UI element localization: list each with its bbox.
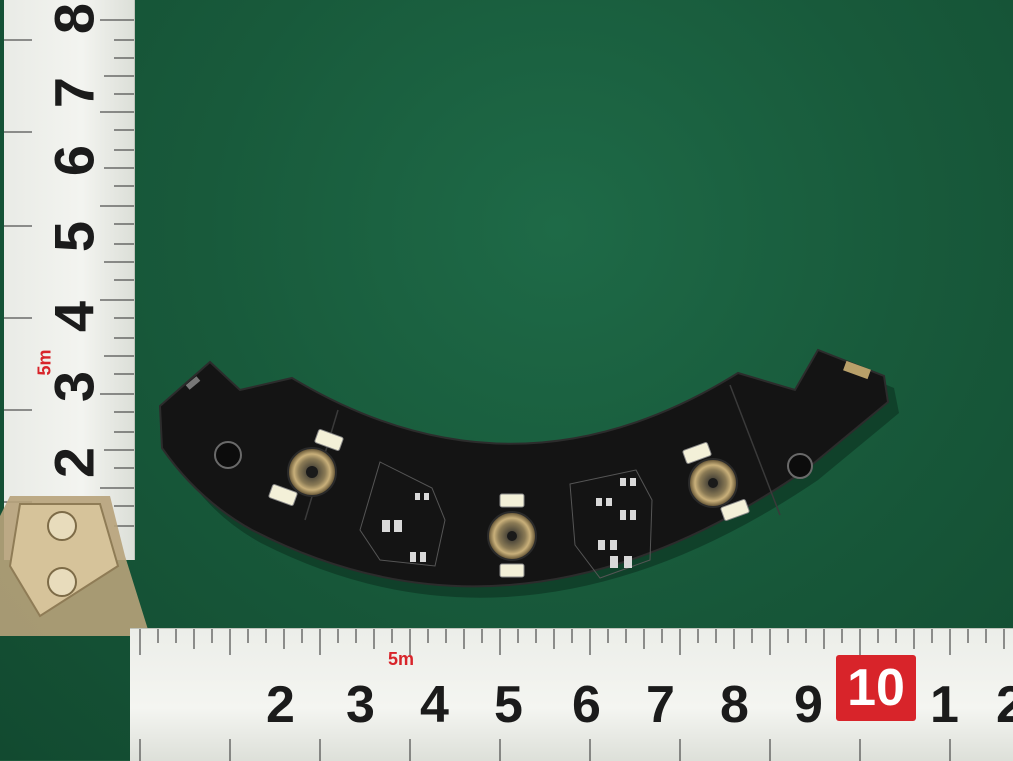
ruler-number: 6 xyxy=(572,676,601,734)
ruler-number: 4 xyxy=(420,676,449,734)
ruler-number: 7 xyxy=(42,76,106,109)
ruler-number: 1 xyxy=(930,676,959,734)
ruler-number: 5 xyxy=(494,676,523,734)
ruler-number: 4 xyxy=(42,300,106,333)
ruler-number: 6 xyxy=(42,144,106,177)
ruler-number: 2 xyxy=(42,446,106,479)
vertical-tape-ruler: 8 7 6 5 4 3 2 5m xyxy=(4,0,135,560)
ruler-number: 2 xyxy=(996,675,1013,735)
ruler-number: 3 xyxy=(346,676,375,734)
ruler-number: 5 xyxy=(42,220,106,253)
ruler-highlight-badge: 10 xyxy=(836,655,916,721)
ruler-number: 2 xyxy=(266,676,295,734)
ruler-number: 9 xyxy=(794,676,823,734)
ruler-mark: 5m xyxy=(34,349,55,376)
ruler-mark: 5m xyxy=(388,649,415,669)
ruler-number: 8 xyxy=(720,676,749,734)
photo-scene: 8 7 6 5 4 3 2 5m 2 3 4 5 6 7 8 9 1 5m 10 xyxy=(0,0,1013,761)
ruler-number: 7 xyxy=(646,676,675,734)
ruler-number: 8 xyxy=(42,2,106,35)
ruler-corner-clip xyxy=(0,496,150,636)
ruler-highlight-number: 10 xyxy=(847,659,905,717)
